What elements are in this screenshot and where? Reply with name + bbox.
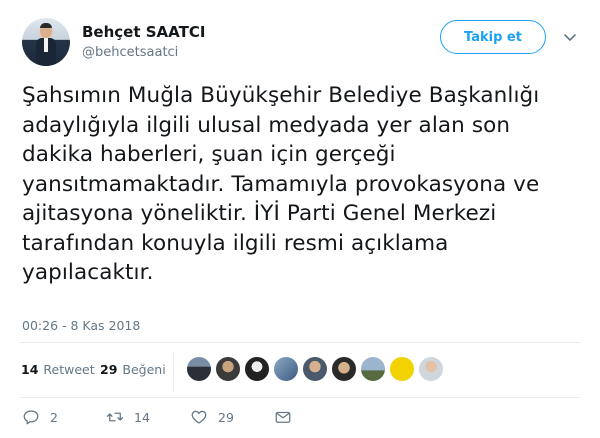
liker-avatar[interactable] [389,356,415,382]
liker-avatar[interactable] [360,356,386,382]
liker-avatar[interactable] [244,356,270,382]
avatar[interactable] [22,18,70,66]
tweet-actions: 2 14 29 [20,404,580,432]
envelope-icon [275,411,291,423]
retweet-stat[interactable]: 14 Retweet [21,362,95,377]
liker-avatar[interactable] [273,356,299,382]
stats-divider [173,351,174,391]
retweet-stat-label: Retweet [43,362,95,377]
retweet-icon [106,412,124,422]
reply-count: 2 [50,409,58,425]
display-name[interactable]: Behçet SAATCI [82,23,205,41]
heart-icon [191,410,207,424]
liker-avatar[interactable] [418,356,444,382]
liker-avatar[interactable] [186,356,212,382]
liker-avatar[interactable] [215,356,241,382]
direct-message-button[interactable] [274,408,302,426]
follow-button[interactable]: Takip et [440,20,546,54]
like-stat-count: 29 [100,362,118,377]
like-stat-label: Beğeni [122,362,166,377]
tweet-text: Şahsımın Muğla Büyükşehir Belediye Başka… [22,83,540,285]
liker-avatar[interactable] [302,356,328,382]
reply-icon [23,410,39,425]
tweet-header: Behçet SAATCI @behcetsaatci Takip et [20,18,580,70]
retweet-button[interactable]: 14 [106,408,150,426]
like-stat[interactable]: 29 Beğeni [100,362,166,377]
retweet-count: 14 [134,409,150,425]
retweet-stat-count: 14 [21,362,39,377]
chevron-down-icon[interactable] [562,29,578,45]
tweet-stats: 14 Retweet 29 Beğeni [20,342,580,398]
like-button[interactable]: 29 [190,408,234,426]
reply-button[interactable]: 2 [22,408,58,426]
liker-avatar[interactable] [331,356,357,382]
tweet-timestamp[interactable]: 00:26 - 8 Kas 2018 [22,318,140,333]
like-count: 29 [218,409,234,425]
user-handle[interactable]: @behcetsaatci [82,45,178,60]
